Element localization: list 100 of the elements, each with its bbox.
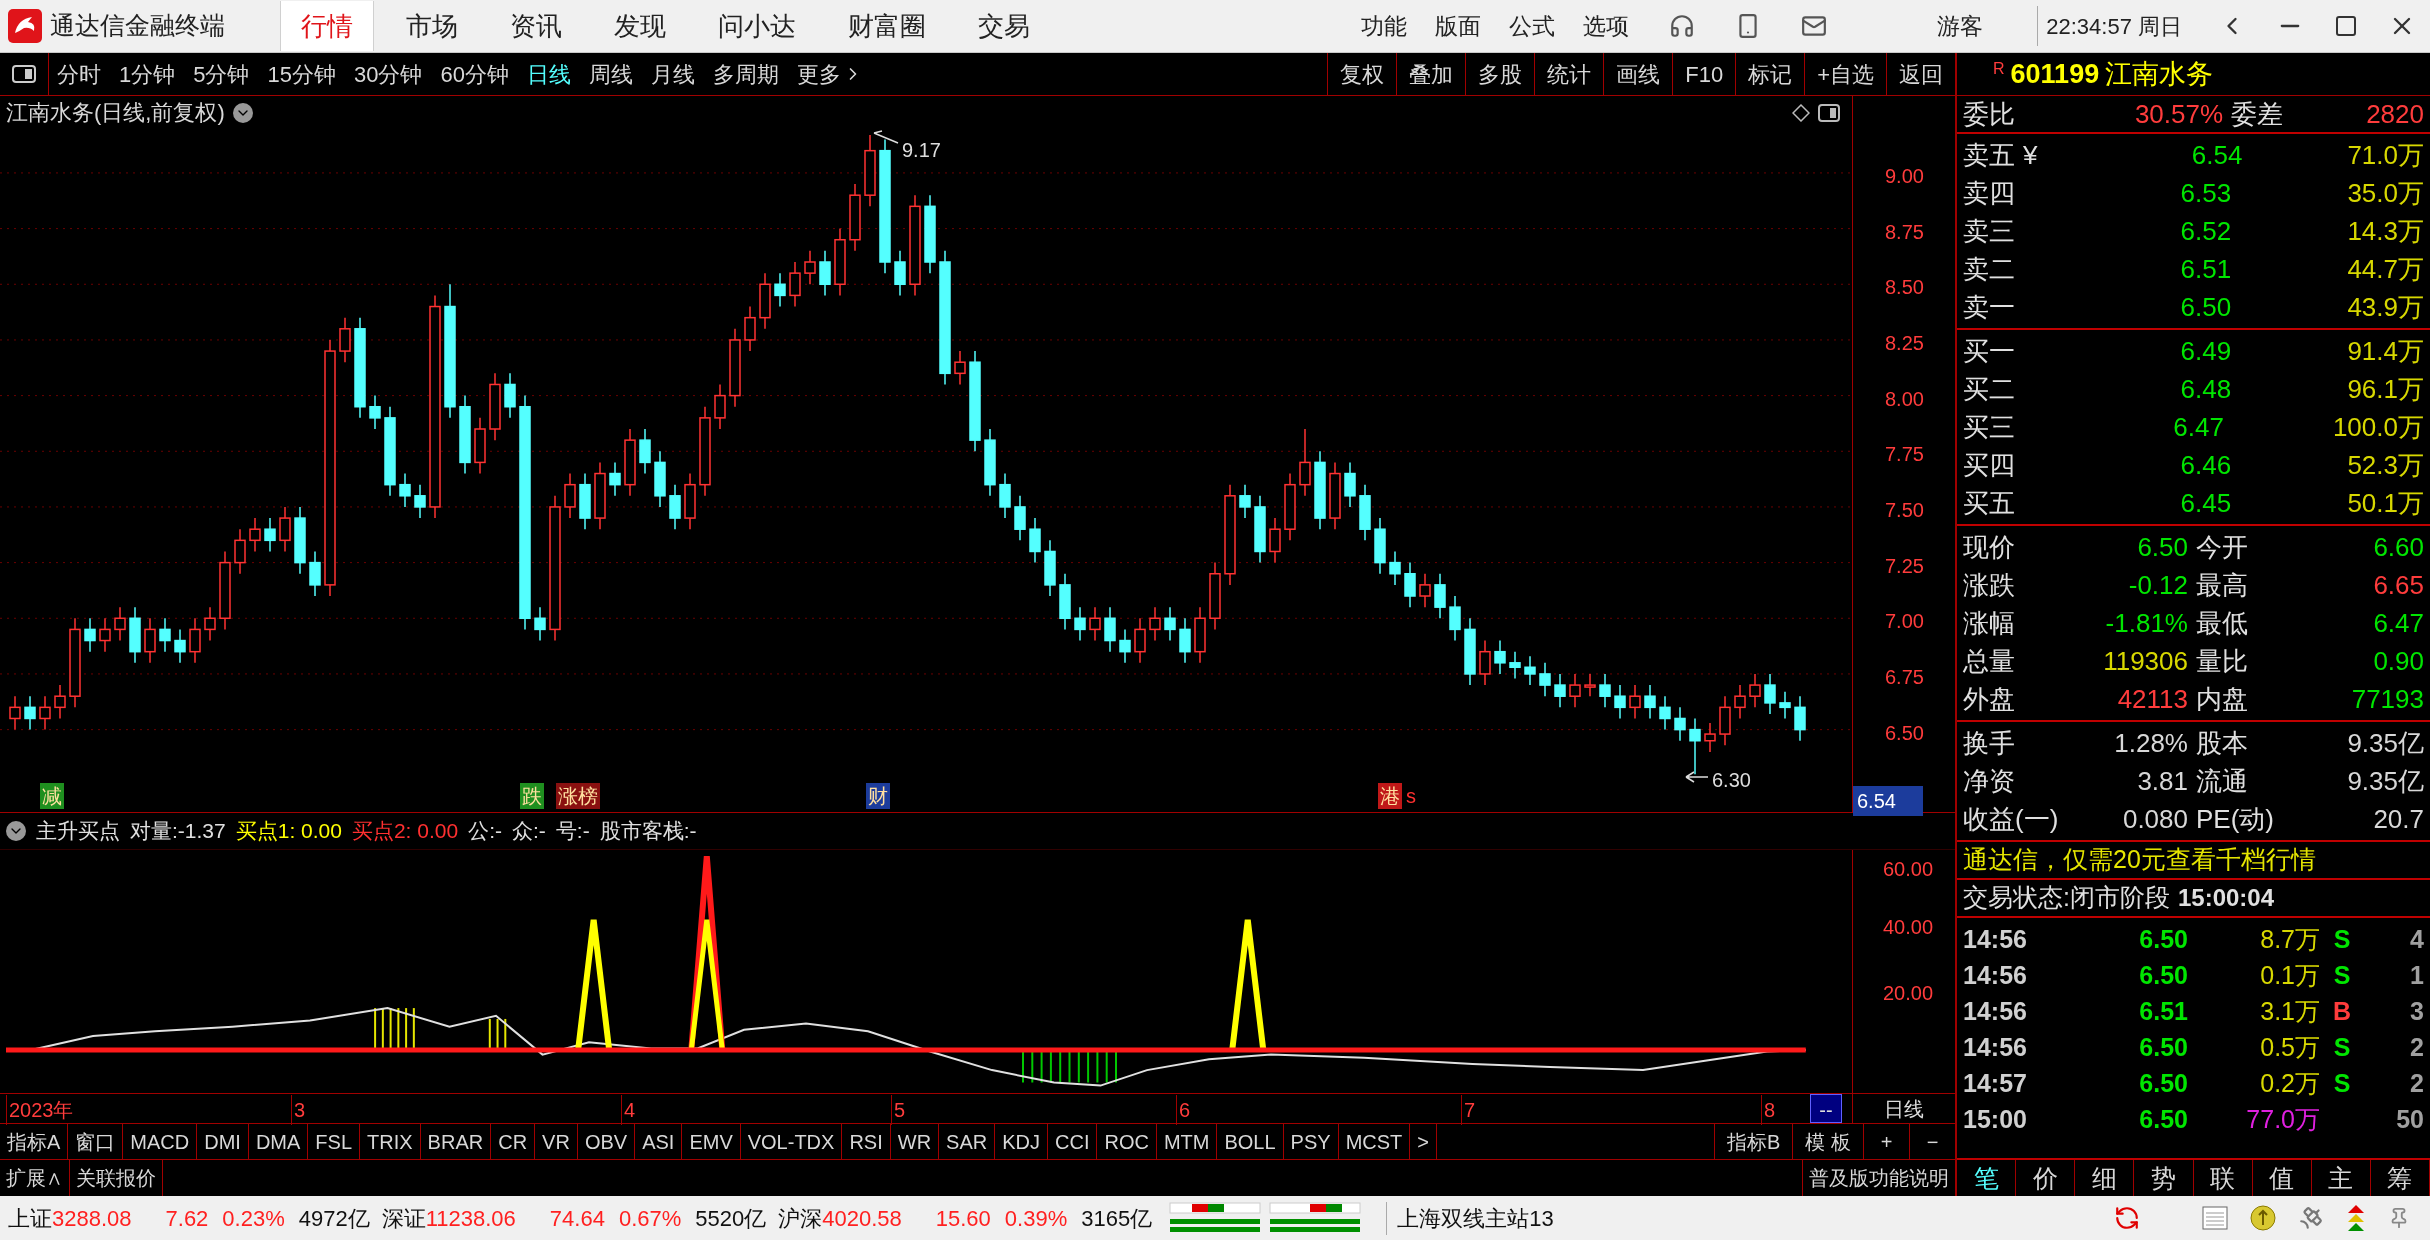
- indicator-tab[interactable]: RSI: [842, 1124, 891, 1159]
- nav-tab[interactable]: 资讯: [490, 1, 582, 51]
- stat-value: 9.35亿: [2347, 764, 2424, 798]
- menu-item[interactable]: 公式: [1509, 8, 1556, 44]
- toolbar-button[interactable]: 标记: [1735, 53, 1805, 95]
- trade-status-text: 交易状态:闭市阶段: [1963, 882, 2170, 914]
- period-tab[interactable]: 分时: [57, 57, 101, 91]
- nav-tab[interactable]: 市场: [386, 1, 478, 51]
- indicator-tab[interactable]: ROC: [1097, 1124, 1157, 1159]
- period-tab[interactable]: 日线: [526, 57, 571, 91]
- event-tag[interactable]: 财: [866, 783, 890, 809]
- headset-icon[interactable]: [1669, 13, 1696, 39]
- indicator-tab[interactable]: CR: [491, 1124, 536, 1159]
- indicator-tab[interactable]: DMI: [197, 1124, 249, 1159]
- stat-value: 6.65: [2373, 568, 2424, 602]
- candlestick: [279, 506, 291, 553]
- menu-item[interactable]: 选项: [1583, 8, 1630, 44]
- toolbar-button[interactable]: 返回: [1886, 53, 1955, 95]
- indicator-tab[interactable]: −: [1909, 1124, 1955, 1159]
- menu-item[interactable]: 功能: [1361, 8, 1408, 44]
- menu-item[interactable]: 版面: [1435, 8, 1482, 44]
- nav-tab[interactable]: 问小达: [698, 1, 816, 51]
- toolbar-button[interactable]: 复权: [1327, 53, 1397, 95]
- stat-value: -1.81%: [2104, 606, 2188, 640]
- indicator-tab[interactable]: +: [1863, 1124, 1909, 1159]
- indicator-tab[interactable]: 指标B: [1714, 1124, 1793, 1159]
- period-tab[interactable]: 15分钟: [267, 57, 336, 91]
- index-name[interactable]: 深证: [381, 1201, 426, 1235]
- indicator-tab[interactable]: 窗口: [68, 1124, 124, 1159]
- indicator-tab[interactable]: DMA: [248, 1124, 309, 1159]
- refresh-icon[interactable]: [2114, 1205, 2140, 1231]
- indicator-tab[interactable]: BOLL: [1217, 1124, 1284, 1159]
- candlestick: [1479, 639, 1491, 686]
- indicator-tab[interactable]: VR: [535, 1124, 578, 1159]
- indicator-tab[interactable]: 指标A: [0, 1124, 69, 1159]
- tick-volume: 0.1万: [2259, 960, 2320, 992]
- indicator-tab[interactable]: FSL: [308, 1124, 361, 1159]
- candlestick: [249, 517, 261, 553]
- indicator-tab[interactable]: VOL-TDX: [740, 1124, 843, 1159]
- toolbar-button[interactable]: +自选: [1804, 53, 1886, 95]
- indicator-tab[interactable]: CCI: [1048, 1124, 1098, 1159]
- period-tab[interactable]: 60分钟: [440, 57, 509, 91]
- collapse-icon[interactable]: [6, 821, 26, 841]
- more-link[interactable]: 更多: [796, 57, 841, 91]
- event-tag[interactable]: 港: [1378, 783, 1402, 809]
- indicator-tab[interactable]: SAR: [939, 1124, 996, 1159]
- diamond-icon[interactable]: [1792, 103, 1810, 122]
- period-tab[interactable]: 5分钟: [193, 57, 250, 91]
- stat-value: -0.12: [2127, 568, 2188, 602]
- coin-icon[interactable]: [2250, 1205, 2276, 1231]
- panel-toggle-icon[interactable]: [1818, 103, 1840, 122]
- period-tab[interactable]: 1分钟: [119, 57, 176, 91]
- nav-tab[interactable]: 发现: [594, 1, 686, 51]
- stat-label: 量比: [2196, 644, 2248, 678]
- toolbar-button[interactable]: F10: [1672, 53, 1736, 95]
- satellite-icon[interactable]: [2298, 1205, 2324, 1231]
- toolbar-button[interactable]: 统计: [1534, 53, 1604, 95]
- period-tab[interactable]: 月线: [650, 57, 695, 91]
- toolbar-button[interactable]: 画线: [1603, 53, 1673, 95]
- indicator-tab[interactable]: >: [1410, 1124, 1437, 1159]
- mail-icon[interactable]: [1801, 13, 1828, 39]
- indicator-tab[interactable]: WR: [890, 1124, 940, 1159]
- maximize-icon[interactable]: [2334, 14, 2358, 38]
- panel-toggle-icon[interactable]: [12, 65, 36, 83]
- stock-code: 601199: [2010, 57, 2100, 91]
- user-label[interactable]: 游客: [1937, 8, 2028, 44]
- toolbar-button[interactable]: 叠加: [1396, 53, 1466, 95]
- indicator-tab[interactable]: MCST: [1338, 1124, 1411, 1159]
- dropdown-icon[interactable]: [232, 102, 253, 123]
- server-name[interactable]: 上海双线主站13: [1386, 1201, 1554, 1235]
- nav-tab[interactable]: 交易: [958, 1, 1050, 51]
- order-volume: 52.3万: [2347, 448, 2424, 482]
- stat-label: 流通: [2196, 764, 2248, 798]
- period-tab[interactable]: 30分钟: [354, 57, 423, 91]
- nav-tab[interactable]: 行情: [280, 1, 374, 51]
- indicator-tab[interactable]: BRAR: [420, 1124, 492, 1159]
- candlestick: [204, 606, 216, 642]
- indicator-tab[interactable]: MTM: [1156, 1124, 1218, 1159]
- nav-tab[interactable]: 财富圈: [828, 1, 946, 51]
- indicator-tab[interactable]: 模 板: [1792, 1124, 1863, 1159]
- arrows-up-icon[interactable]: [2346, 1204, 2366, 1232]
- stat-value: 9.35亿: [2347, 726, 2424, 760]
- indicator-tab[interactable]: EMV: [682, 1124, 741, 1159]
- toolbar-button[interactable]: 多股: [1465, 53, 1535, 95]
- candlestick: [1089, 606, 1101, 642]
- index-name[interactable]: 沪深: [778, 1201, 823, 1235]
- event-mark[interactable]: s: [1406, 783, 1416, 809]
- stat-value: 42113: [2116, 682, 2188, 716]
- price-axis-label: 6.50: [1885, 720, 1924, 746]
- period-tab[interactable]: 多周期: [712, 57, 779, 91]
- indicator-tab[interactable]: ASI: [635, 1124, 683, 1159]
- indicator-tab[interactable]: OBV: [577, 1124, 636, 1159]
- indicator-tab[interactable]: MACD: [123, 1124, 198, 1159]
- index-name[interactable]: 上证: [8, 1201, 52, 1235]
- promo-text[interactable]: 通达信，仅需20元查看千档行情: [1963, 841, 2316, 879]
- event-tag[interactable]: 涨榜: [556, 783, 600, 809]
- indicator-tab[interactable]: PSY: [1283, 1124, 1339, 1159]
- period-tab[interactable]: 周线: [588, 57, 633, 91]
- indicator-tab[interactable]: TRIX: [360, 1124, 421, 1159]
- indicator-tab[interactable]: KDJ: [995, 1124, 1048, 1159]
